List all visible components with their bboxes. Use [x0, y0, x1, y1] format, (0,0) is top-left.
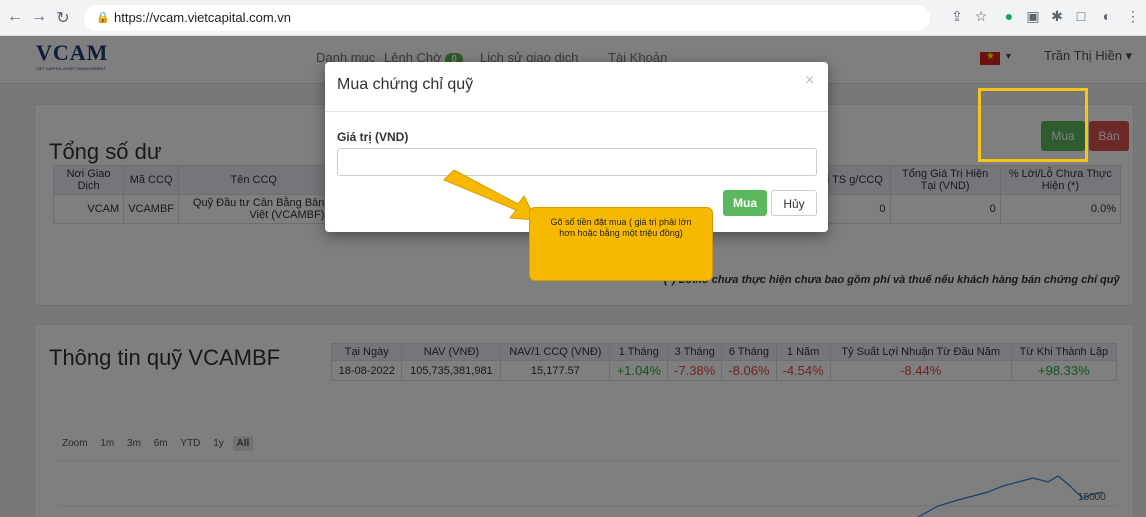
share-icon[interactable]: ⇪: [948, 8, 966, 25]
reload-icon[interactable]: ↻: [54, 8, 72, 28]
close-icon[interactable]: ×: [805, 72, 814, 90]
forward-icon[interactable]: →: [30, 8, 48, 26]
browser-toolbar: ← → ↻ 🔒 https://vcam.vietcapital.com.vn …: [0, 0, 1146, 36]
url-text: https://vcam.vietcapital.com.vn: [114, 10, 292, 25]
callout-text: Gõ số tiền đặt mua ( giá trị phải lớn hơ…: [550, 217, 692, 238]
instruction-callout: Gõ số tiền đặt mua ( giá trị phải lớn hơ…: [529, 207, 713, 281]
puzzle-icon[interactable]: ✱: [1048, 8, 1066, 25]
profile-avatar[interactable]: ◐: [1098, 8, 1116, 24]
arrow-shape: [443, 170, 537, 221]
amount-input[interactable]: [337, 148, 817, 176]
side-panel-icon[interactable]: □: [1072, 8, 1090, 24]
modal-title: Mua chứng chỉ quỹ: [337, 76, 474, 93]
cancel-button[interactable]: Hủy: [771, 190, 817, 216]
modal-header: Mua chứng chỉ quỹ ×: [325, 62, 828, 112]
extension-icon[interactable]: ●: [1000, 8, 1018, 24]
buy-button-highlight: [978, 88, 1088, 162]
lock-icon: 🔒: [96, 12, 110, 24]
callout-arrow: [443, 170, 537, 221]
extension-icon[interactable]: ▣: [1024, 8, 1042, 25]
back-icon[interactable]: ←: [6, 8, 24, 26]
menu-icon[interactable]: ⋮: [1124, 8, 1142, 25]
amount-label: Giá trị (VND): [337, 130, 409, 144]
confirm-buy-button[interactable]: Mua: [723, 190, 767, 216]
bookmark-star-icon[interactable]: ☆: [972, 8, 990, 25]
address-bar[interactable]: 🔒 https://vcam.vietcapital.com.vn: [84, 5, 930, 31]
